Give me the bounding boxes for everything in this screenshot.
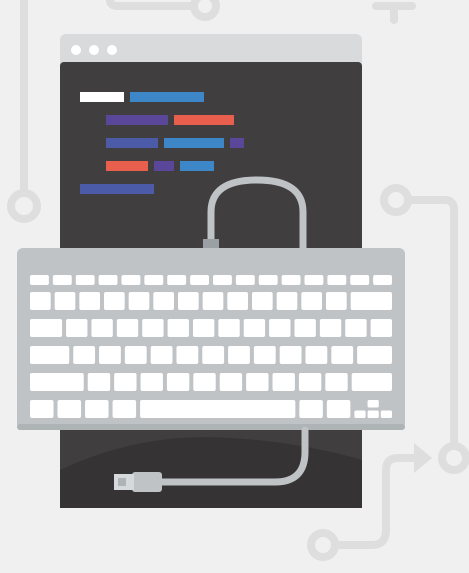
code-token — [164, 138, 224, 148]
keyboard-key — [228, 346, 250, 364]
arrow-down-key — [367, 410, 379, 418]
keyboard — [17, 248, 405, 430]
keyboard-key — [272, 373, 295, 391]
keyboard-key — [121, 275, 141, 285]
titlebar-dot-icon — [71, 45, 81, 55]
keyboard-key — [269, 319, 291, 337]
keyboard-key — [218, 319, 240, 337]
code-token — [106, 115, 168, 125]
keyboard-key — [281, 275, 301, 285]
keyboard-key — [357, 346, 392, 364]
keyboard-key — [213, 275, 232, 285]
keyboard-key — [227, 292, 248, 310]
keyboard-key — [190, 275, 209, 285]
keyboard-key — [350, 292, 392, 310]
keyboard-key — [57, 400, 82, 418]
keyboard-key — [150, 346, 173, 364]
keyboard-key — [350, 275, 370, 285]
keyboard-key — [124, 346, 147, 364]
code-token — [80, 184, 154, 194]
keyboard-key — [112, 400, 137, 418]
keyboard-key — [331, 346, 354, 364]
keyboard-key — [202, 292, 224, 310]
keyboard-key — [294, 319, 316, 337]
keyboard-key — [116, 319, 139, 337]
keyboard-key — [326, 292, 347, 310]
code-token — [130, 92, 204, 102]
keyboard-key — [325, 373, 348, 391]
spacebar-key — [140, 400, 296, 418]
keyboard-key — [30, 373, 84, 391]
keyboard-key — [192, 319, 215, 337]
titlebar-dot-icon — [107, 45, 117, 55]
keyboard-key — [30, 275, 49, 285]
keyboard-key — [75, 275, 95, 285]
code-token — [106, 138, 158, 148]
keyboard-key — [373, 275, 392, 285]
code-token — [80, 92, 124, 102]
keyboard-key — [202, 346, 225, 364]
keyboard-key — [243, 319, 266, 337]
keyboard-key — [219, 373, 243, 391]
keyboard-key — [87, 373, 111, 391]
keyboard-key — [144, 275, 164, 285]
keyboard-key — [370, 319, 392, 337]
keyboard-key — [142, 319, 164, 337]
code-token — [180, 161, 214, 171]
keyboard-key — [258, 275, 278, 285]
keyboard-key — [326, 400, 351, 418]
keyboard-key — [305, 346, 328, 364]
keyboard-key — [252, 292, 273, 310]
keyboard-key — [351, 373, 392, 391]
keyboard-key — [153, 292, 174, 310]
keyboard-key — [66, 319, 88, 337]
keyboard-key — [299, 400, 323, 418]
keyboard-key — [30, 346, 70, 364]
keyboard-key — [54, 292, 76, 310]
keyboard-key — [276, 292, 298, 310]
keyboard-key — [298, 373, 322, 391]
keyboard-key — [301, 292, 322, 310]
keyboard-key — [52, 275, 72, 285]
keyboard-key — [319, 319, 342, 337]
keyboard-bottom-edge — [17, 424, 405, 430]
code-token — [154, 161, 174, 171]
keyboard-key — [99, 346, 121, 364]
keyboard-key — [30, 319, 63, 337]
keyboard-key — [327, 275, 347, 285]
keyboard-key — [98, 275, 118, 285]
keyboard-key — [279, 346, 302, 364]
code-token — [230, 138, 244, 148]
keyboard-key — [166, 373, 190, 391]
usb-plug-body — [132, 472, 162, 492]
keyboard-key — [193, 373, 216, 391]
keyboard-key — [167, 319, 189, 337]
keyboard-key — [79, 292, 100, 310]
keyboard-key — [253, 346, 276, 364]
keyboard-key — [91, 319, 113, 337]
keyboard-key — [246, 373, 269, 391]
keyboard-key — [30, 292, 51, 310]
keyboard-key — [140, 373, 163, 391]
keyboard-key — [104, 292, 125, 310]
keyboard-key — [235, 275, 255, 285]
keyboard-key — [304, 275, 324, 285]
keyboard-key — [73, 346, 96, 364]
keyboard-key — [345, 319, 367, 337]
keyboard-key — [167, 275, 187, 285]
usb-icon — [118, 478, 126, 486]
code-token — [106, 161, 148, 171]
keyboard-key — [85, 400, 109, 418]
keyboard-key — [128, 292, 150, 310]
code-token — [174, 115, 234, 125]
arrow-up-key — [367, 400, 379, 408]
arrow-left-key — [354, 410, 366, 418]
keyboard-key — [114, 373, 137, 391]
titlebar-dot-icon — [89, 45, 99, 55]
arrow-right-key — [380, 410, 392, 418]
keyboard-key — [176, 346, 199, 364]
keyboard-key — [30, 400, 54, 418]
keyboard-key — [178, 292, 199, 310]
developer-keyboard-illustration — [0, 0, 469, 573]
